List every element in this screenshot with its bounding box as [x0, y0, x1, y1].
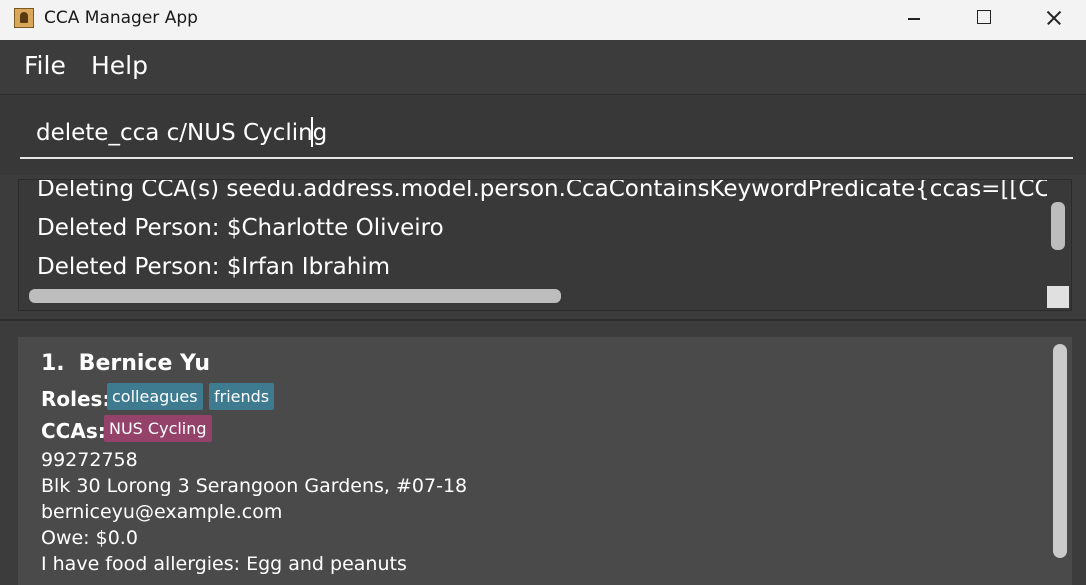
owe-text: Owe: $0.0 [41, 527, 138, 549]
phone-text: 99272758 [41, 449, 138, 471]
list-scrollbar[interactable] [1053, 344, 1067, 558]
role-tag: colleagues [107, 383, 203, 410]
address-text: Blk 30 Lorong 3 Serangoon Gardens, #07-1… [41, 475, 468, 497]
command-box [0, 94, 1086, 175]
close-icon[interactable] [1018, 0, 1086, 36]
role-tag: friends [209, 383, 275, 410]
horizontal-scrollbar[interactable] [29, 289, 561, 303]
scroll-corner [1047, 286, 1069, 308]
person-name: 1. Bernice Yu [41, 351, 210, 376]
result-line: Deleted Person: $Charlotte Oliveiro [37, 215, 444, 241]
result-display[interactable]: Deleting CCA(s) seedu.address.model.pers… [18, 179, 1072, 311]
menu-help[interactable]: Help [91, 51, 148, 80]
result-line: Deleting CCA(s) seedu.address.model.pers… [37, 179, 1047, 202]
person-list: 1. Bernice Yu Roles: colleagues friends C… [18, 337, 1072, 585]
person-index: 1. [41, 351, 65, 376]
window-title: CCA Manager App [44, 8, 198, 28]
title-bar: CCA Manager App [0, 0, 1086, 40]
vertical-scrollbar[interactable] [1051, 202, 1065, 250]
remark-text: I have food allergies: Egg and peanuts [41, 553, 407, 575]
ccas-label: CCAs: [41, 419, 106, 443]
text-caret [311, 117, 313, 147]
app-icon [14, 8, 34, 28]
menu-file[interactable]: File [24, 51, 66, 80]
maximize-icon[interactable] [948, 0, 1018, 36]
divider [0, 319, 1086, 321]
minimize-icon[interactable] [878, 0, 948, 36]
command-input[interactable] [20, 109, 1073, 159]
result-line: Deleted Person: $Irfan Ibrahim [37, 254, 391, 280]
cca-tag: NUS Cycling [104, 415, 212, 442]
roles-label: Roles: [41, 387, 111, 411]
person-name-text: Bernice Yu [78, 351, 211, 376]
menu-bar: File Help [0, 40, 1086, 94]
email-text: berniceyu@example.com [41, 501, 283, 523]
